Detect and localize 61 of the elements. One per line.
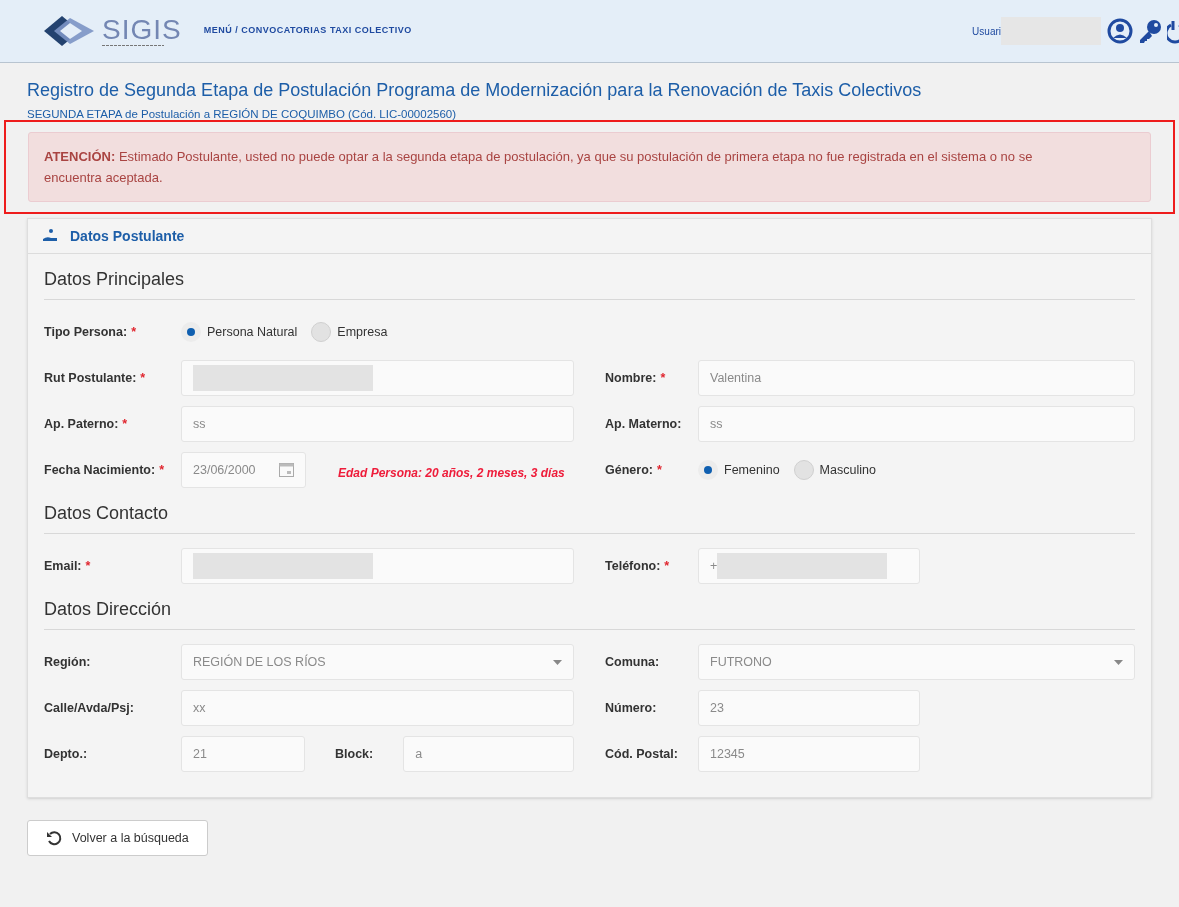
required-mark: *: [159, 461, 164, 479]
required-mark: *: [85, 557, 91, 575]
required-mark: *: [131, 323, 136, 341]
required-mark: *: [122, 415, 128, 433]
field-label: Género:: [605, 461, 653, 479]
field-label: Email:: [44, 557, 82, 575]
required-mark: *: [140, 369, 146, 387]
section-heading: Datos Dirección: [44, 596, 1135, 631]
radio-option[interactable]: Empresa: [311, 322, 388, 343]
key-icon[interactable]: [1137, 18, 1163, 44]
select-field[interactable]: FUTRONO: [698, 644, 1135, 681]
page-title: Registro de Segunda Etapa de Postulación Programa de Modernización para la Renovación de Taxis Colectivos: [27, 79, 923, 102]
input-field[interactable]: 23: [698, 690, 920, 727]
date-field[interactable]: 23/06/2000: [181, 452, 306, 489]
breadcrumb[interactable]: MENÚ / CONVOCATORIAS TAXI COLECTIVO: [203, 24, 412, 38]
logo-text: SIGIS: [102, 15, 182, 44]
section-heading: Datos Contacto: [44, 500, 1135, 535]
field-label: Fecha Nacimiento:: [44, 461, 156, 479]
input-field[interactable]: 21: [181, 736, 305, 773]
field-label: Block:: [335, 745, 374, 763]
radio-option[interactable]: Persona Natural: [181, 322, 298, 343]
input-field[interactable]: Valentina: [698, 360, 1135, 397]
caret-icon: [1114, 659, 1123, 665]
input-field[interactable]: xx: [181, 690, 574, 727]
caret-icon: [553, 659, 562, 665]
required-mark: *: [656, 461, 662, 479]
user-icon[interactable]: [1107, 18, 1133, 44]
required-mark: *: [660, 369, 666, 387]
tagline-lines-icon: [102, 43, 164, 47]
field-label: Ap. Materno:: [605, 415, 682, 433]
field-label: Cód. Postal:: [605, 745, 678, 763]
field-label: Teléfono:: [605, 557, 661, 575]
input-field[interactable]: a: [403, 736, 574, 773]
field-label: Calle/Avda/Psj:: [44, 699, 134, 717]
field-label: Ap. Paterno:: [44, 415, 119, 433]
input-field[interactable]: 12345: [698, 736, 920, 773]
required-mark: *: [664, 557, 670, 575]
input-field[interactable]: +: [698, 548, 920, 585]
field-label: Depto.:: [44, 745, 88, 763]
back-button[interactable]: Volver a la búsqueda: [27, 820, 208, 857]
panel-title: Datos Postulante: [70, 226, 185, 246]
section-heading: Datos Principales: [44, 266, 1135, 301]
radio-option[interactable]: Femenino: [698, 460, 780, 481]
input-field[interactable]: ss: [698, 406, 1135, 443]
select-field[interactable]: REGIÓN DE LOS RÍOS: [181, 644, 574, 681]
field-label: Rut Postulante:: [44, 369, 137, 387]
age-note: Edad Persona: 20 años, 2 meses, 3 días: [338, 465, 565, 483]
field-label: Región:: [44, 653, 91, 671]
page-subtitle: SEGUNDA ETAPA de Postulación a REGIÓN DE COQUIMBO (Cód. LIC-00002560): [27, 107, 458, 122]
undo-icon: [46, 830, 62, 847]
logo[interactable]: SIGIS: [40, 14, 182, 48]
power-icon[interactable]: [1167, 18, 1179, 44]
field-label: Nombre:: [605, 369, 657, 387]
input-field[interactable]: ss: [181, 406, 574, 443]
calendar-icon: [279, 463, 294, 478]
field-label: Comuna:: [605, 653, 660, 671]
user-label: Usuari: [972, 24, 1001, 39]
radio-option[interactable]: Masculino: [793, 460, 876, 481]
field-label: Número:: [605, 699, 657, 717]
alert-message: ATENCIÓN: Estimado Postulante, usted no puede optar a la segunda etapa de postulación, ya que su postulación de primera etapa no fue registrada en el sistema o no se encuentra aceptada.: [44, 148, 1034, 188]
field-label: Tipo Persona:: [44, 323, 128, 341]
